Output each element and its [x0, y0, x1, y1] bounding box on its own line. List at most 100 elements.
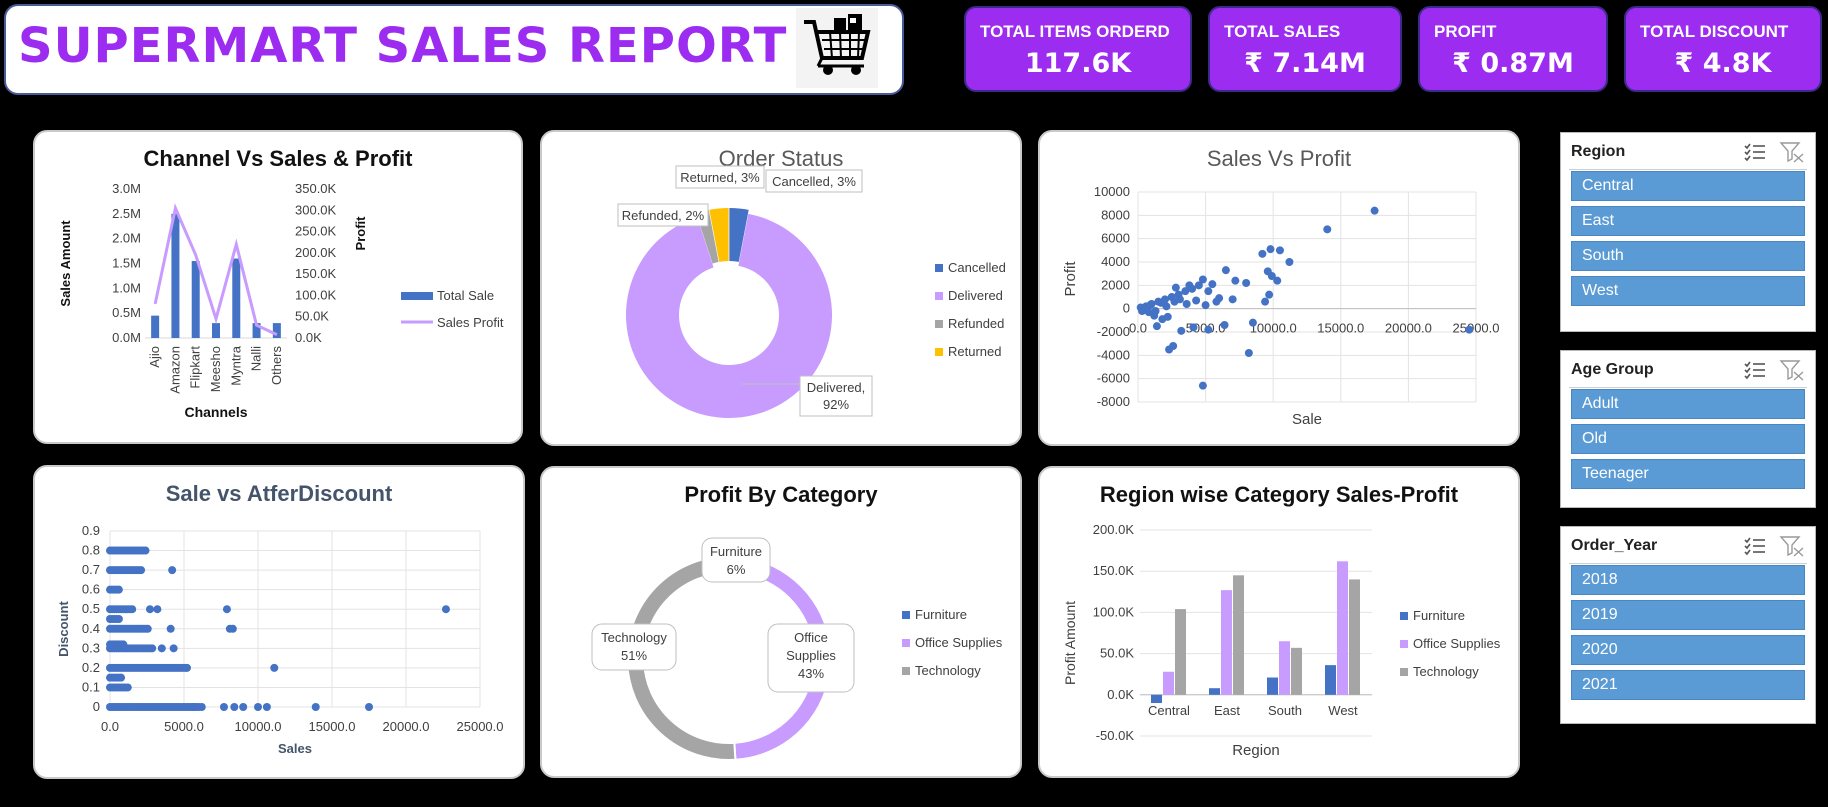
data-point [1228, 295, 1237, 304]
y-tick-label: 0.4 [82, 621, 100, 636]
legend-swatch [935, 292, 943, 300]
data-point [1204, 287, 1213, 296]
sale-discount-scatter: 0 0.1 0.2 0.3 0.4 0.5 0.6 0.7 0.8 0.9 0.0 5000.0 100… [56, 523, 504, 756]
data-label: 6% [727, 562, 746, 577]
legend-swatch [1400, 668, 1408, 676]
multi-select-icon[interactable] [1743, 535, 1767, 557]
data-point [1221, 266, 1230, 275]
y-tick-label: 100.0K [1093, 604, 1135, 619]
data-point [117, 673, 126, 682]
slicer-item-old[interactable]: Old [1571, 424, 1805, 454]
kpi-label: TOTAL ITEMS ORDERD [980, 22, 1170, 41]
y-tick-label: -50.0K [1096, 728, 1135, 743]
y-tick-label: 0.5 [82, 601, 100, 616]
y2-tick-label: 150.0K [295, 266, 337, 281]
data-point [153, 605, 162, 614]
slicer-item-2018[interactable]: 2018 [1571, 565, 1805, 595]
data-point [1285, 258, 1294, 266]
channel-chart-panel: Channel Vs Sales & Profit 0.0M 0.5M 1.0M 1.… [33, 130, 523, 444]
slicer-item-2021[interactable]: 2021 [1571, 670, 1805, 700]
y-tick-label: -4000 [1097, 347, 1130, 362]
x-tick-label: East [1214, 703, 1240, 718]
x-axis-title: Channels [184, 404, 247, 420]
kpi-value: ₹ 7.14M [1244, 48, 1366, 79]
clear-filter-icon[interactable] [1779, 141, 1805, 163]
data-point [1146, 301, 1155, 310]
data-point [137, 566, 146, 575]
data-label: Technology [601, 630, 667, 645]
data-point [1177, 326, 1186, 335]
data-point [262, 703, 271, 711]
multi-select-icon[interactable] [1743, 359, 1767, 381]
kpi-total-items: TOTAL ITEMS ORDERD 117.6K [964, 6, 1192, 92]
x-tick-label: Others [269, 346, 284, 386]
slicer-item-teenager[interactable]: Teenager [1571, 459, 1805, 489]
data-label: Returned, 3% [680, 170, 760, 185]
data-point [1194, 281, 1203, 290]
data-label: Office [794, 630, 828, 645]
data-label: Furniture [710, 544, 762, 559]
y-tick-label: 0 [93, 699, 100, 714]
y-tick-label: 2.5M [112, 206, 141, 221]
legend-swatch [935, 264, 943, 272]
data-point [1212, 297, 1221, 306]
kpi-total-sales: TOTAL SALES ₹ 7.14M [1208, 6, 1402, 92]
data-point [270, 663, 279, 672]
data-point [1152, 322, 1161, 331]
y-tick-label: 50.0K [1100, 646, 1134, 661]
legend-swatch [1400, 640, 1408, 648]
data-point [182, 663, 191, 672]
kpi-label: TOTAL DISCOUNT [1640, 22, 1789, 41]
slicer-item-west[interactable]: West [1571, 276, 1805, 306]
y-tick-label: 0.6 [82, 582, 100, 597]
data-label: Delivered, [807, 380, 866, 395]
bar-technology [1233, 575, 1244, 695]
data-point [157, 644, 166, 653]
y2-tick-label: 250.0K [295, 224, 337, 239]
legend-label: Cancelled [948, 260, 1006, 275]
slicer-item-south[interactable]: South [1571, 241, 1805, 271]
multi-select-icon[interactable] [1743, 141, 1767, 163]
legend-swatch [401, 292, 433, 300]
data-point [1248, 318, 1257, 327]
slicer-item-east[interactable]: East [1571, 206, 1805, 236]
clear-filter-icon[interactable] [1779, 359, 1805, 381]
y-tick-label: 150.0K [1093, 563, 1135, 578]
bar-furniture [1209, 688, 1220, 695]
y-tick-label: 0.3 [82, 640, 100, 655]
y-axis-title: Sales Amount [58, 220, 73, 307]
data-point [239, 703, 248, 711]
data-point [197, 703, 206, 711]
data-point [1208, 280, 1217, 289]
y2-tick-label: 200.0K [295, 245, 337, 260]
bar-total-sale [232, 258, 241, 338]
bar-total-sale [272, 323, 281, 338]
clear-filter-icon[interactable] [1779, 535, 1805, 557]
y-tick-label: 200.0K [1093, 522, 1135, 537]
data-point [168, 566, 177, 575]
data-point [1151, 307, 1160, 315]
bar-furniture [1267, 677, 1278, 695]
data-point [1258, 249, 1267, 258]
data-point [1201, 301, 1210, 310]
slicer-item-2020[interactable]: 2020 [1571, 635, 1805, 665]
legend-label: Total Sale [437, 288, 494, 303]
data-point [1182, 300, 1191, 308]
slicer-item-central[interactable]: Central [1571, 171, 1805, 201]
y-tick-label: 1.5M [112, 256, 141, 271]
y-tick-label: 6000 [1101, 231, 1130, 246]
x-tick-label: 25000.0 [457, 719, 504, 734]
x-tick-label: Myntra [228, 345, 243, 386]
legend-label: Delivered [948, 288, 1003, 303]
slicer-item-adult[interactable]: Adult [1571, 389, 1805, 419]
x-tick-label: 20000.0 [1385, 321, 1432, 336]
data-point [1162, 302, 1171, 311]
region-category-panel: Region wise Category Sales-Profit -50.0K… [1038, 466, 1520, 778]
slicer-item-2019[interactable]: 2019 [1571, 600, 1805, 630]
y-tick-label: 0.1 [82, 679, 100, 694]
y-tick-label: 4000 [1101, 254, 1130, 269]
legend-swatch [902, 639, 910, 647]
profit-category-panel: Profit By Category Furniture 6% Office Supp… [540, 466, 1022, 778]
data-label: 43% [798, 666, 824, 681]
x-tick-label: 10000.0 [235, 719, 282, 734]
